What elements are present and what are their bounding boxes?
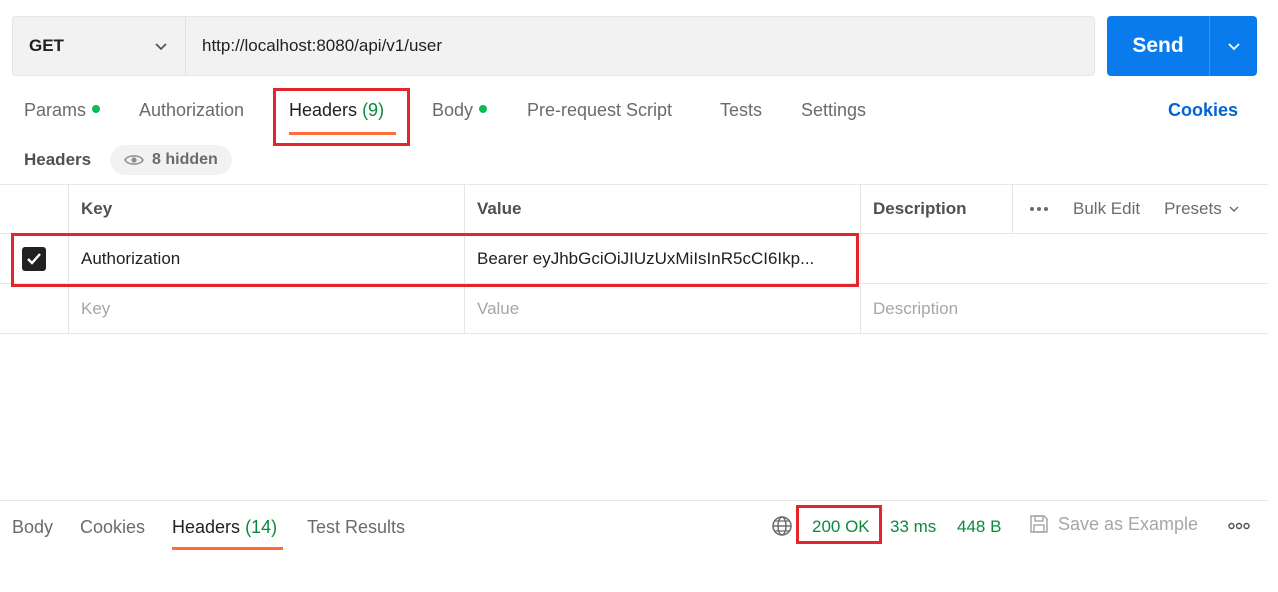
save-as-example-label: Save as Example [1058,513,1199,534]
tab-headers-label: Headers [289,100,358,120]
tab-authorization[interactable]: Authorization [139,100,244,121]
save-as-example-button[interactable]: Save as Example [1028,513,1198,535]
chevron-down-icon [1229,206,1239,212]
headers-section-title: Headers [24,150,92,169]
tab-settings[interactable]: Settings [801,100,866,121]
hidden-headers-label: 8 hidden [152,151,218,168]
column-header-value: Value [464,185,860,233]
presets-dropdown[interactable]: Presets [1164,199,1240,219]
column-header-description: Description [860,185,1012,233]
request-bar: GET [12,16,1095,76]
column-header-key: Key [68,185,464,233]
tab-tests[interactable]: Tests [720,100,762,121]
send-button[interactable]: Send [1107,16,1209,76]
table-row: Authorization Bearer eyJhbGciOiJIUzUxMiI… [0,234,1268,284]
cookies-link[interactable]: Cookies [1168,100,1238,121]
bulk-edit-button[interactable]: Bulk Edit [1073,199,1140,219]
tab-params-label: Params [24,100,87,120]
tab-body-label: Body [432,100,474,120]
response-tab-test-results[interactable]: Test Results [307,517,405,538]
status-dot [92,105,101,114]
header-key-cell[interactable]: Authorization [68,234,464,283]
row-checkbox[interactable] [22,246,46,271]
tab-prerequest-script[interactable]: Pre-request Script [527,100,672,121]
response-tab-body[interactable]: Body [12,517,53,538]
table-tools: Bulk Edit Presets [1012,185,1268,233]
send-dropdown-button[interactable] [1209,16,1257,76]
send-button-group: Send [1107,16,1257,76]
table-header-row: Key Value Description Bulk Edit Presets [0,184,1268,234]
response-size[interactable]: 448 B [957,517,1001,537]
method-select[interactable]: GET [13,17,186,75]
new-key-input[interactable]: Key [68,284,464,333]
header-value-cell[interactable]: Bearer eyJhbGciOiJIUzUxMiIsInR5cCI6Ikp..… [464,234,860,283]
ellipsis-icon[interactable] [1228,521,1250,531]
chevron-down-icon [1227,43,1240,51]
checkmark-icon [27,252,41,265]
chevron-down-icon [155,43,167,51]
tab-params[interactable]: Params [24,100,101,121]
ellipsis-icon[interactable] [1029,206,1049,212]
tab-body[interactable]: Body [432,100,488,121]
new-description-input[interactable]: Description [860,284,1268,333]
table-row-empty: Key Value Description [0,284,1268,334]
save-icon [1030,515,1048,533]
response-time[interactable]: 33 ms [890,517,936,537]
response-tab-headers-count: (14) [245,517,278,537]
request-tabs: Params Authorization Headers (9) Body Pr… [0,88,1278,135]
tab-headers-count: (9) [362,100,385,120]
headers-table: Key Value Description Bulk Edit Presets … [0,184,1268,334]
active-tab-indicator [172,547,283,550]
url-input[interactable] [186,17,1094,75]
presets-label: Presets [1164,199,1222,218]
header-check-cell [0,185,68,233]
hidden-headers-toggle[interactable]: 8 hidden [110,145,232,175]
response-bar: Body Cookies Headers (14) Test Results 2… [0,500,1268,550]
eye-icon [124,155,144,165]
new-value-input[interactable]: Value [464,284,860,333]
header-description-cell[interactable] [860,234,1268,283]
status-dot [479,105,488,114]
row-check-cell [0,284,68,333]
response-status[interactable]: 200 OK [812,517,870,537]
row-check-cell [0,234,68,283]
response-tab-headers[interactable]: Headers (14) [172,517,277,538]
tab-headers[interactable]: Headers (9) [289,100,384,121]
response-tab-headers-label: Headers [172,517,241,537]
active-tab-indicator [289,132,396,135]
method-label: GET [29,36,64,55]
response-tab-cookies[interactable]: Cookies [80,517,145,538]
header-key-text: Authorization [81,248,181,268]
header-value-text: Bearer eyJhbGciOiJIUzUxMiIsInR5cCI6Ikp..… [477,248,815,268]
globe-icon[interactable] [771,515,793,537]
